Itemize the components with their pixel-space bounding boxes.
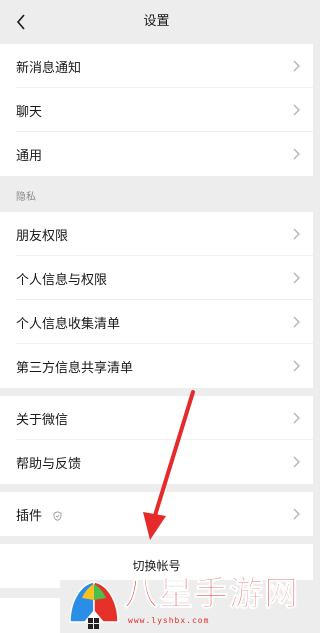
chevron-right-icon bbox=[291, 359, 301, 373]
settings-item-personal-info-permissions[interactable]: 个人信息与权限 bbox=[0, 256, 313, 300]
settings-item-notifications[interactable]: 新消息通知 bbox=[0, 44, 313, 88]
settings-item-label-wrap: 插件 bbox=[16, 505, 291, 524]
settings-item-label: 第三方信息共享清单 bbox=[16, 360, 134, 376]
settings-item-label: 帮助与反馈 bbox=[16, 456, 82, 472]
settings-item-label: 关于微信 bbox=[16, 412, 69, 428]
settings-group-plugins: 插件 bbox=[0, 492, 313, 536]
settings-item-friend-permissions[interactable]: 朋友权限 bbox=[0, 212, 313, 256]
logout-button-partial[interactable] bbox=[0, 580, 60, 588]
chevron-right-icon bbox=[291, 227, 301, 241]
settings-item-label: 新消息通知 bbox=[16, 60, 82, 76]
settings-group-about: 关于微信 帮助与反馈 bbox=[0, 396, 313, 484]
settings-item-plugins[interactable]: 插件 bbox=[0, 492, 313, 536]
divider bbox=[0, 388, 313, 396]
watermark-url: www.lyshbx.com bbox=[128, 616, 210, 625]
settings-item-help-feedback[interactable]: 帮助与反馈 bbox=[0, 440, 313, 484]
nav-bar: 设置 bbox=[0, 0, 313, 44]
section-header-privacy: 隐私 bbox=[0, 176, 313, 212]
settings-group-privacy: 朋友权限 个人信息与权限 个人信息收集清单 第三方信息共享清单 bbox=[0, 212, 313, 388]
watermark-text: 八星手游网 bbox=[124, 574, 299, 615]
settings-item-label: 朋友权限 bbox=[16, 228, 69, 244]
chevron-right-icon bbox=[291, 103, 301, 117]
chevron-right-icon bbox=[291, 59, 301, 73]
settings-item-label: 个人信息收集清单 bbox=[16, 316, 121, 332]
chevron-right-icon bbox=[291, 147, 301, 161]
bottom-row-partial bbox=[0, 598, 60, 633]
chevron-right-icon bbox=[291, 507, 301, 521]
chevron-right-icon bbox=[291, 411, 301, 425]
divider bbox=[0, 484, 313, 492]
settings-item-label: 通用 bbox=[16, 148, 43, 164]
divider bbox=[0, 536, 313, 544]
watermark: 八星手游网 www.lyshbx.com bbox=[64, 568, 313, 633]
chevron-right-icon bbox=[291, 315, 301, 329]
chevron-right-icon bbox=[291, 455, 301, 469]
shield-icon bbox=[52, 511, 62, 521]
settings-group-general: 新消息通知 聊天 通用 bbox=[0, 44, 313, 176]
page-title: 设置 bbox=[143, 14, 170, 29]
site-logo-icon bbox=[69, 581, 119, 629]
settings-item-chat[interactable]: 聊天 bbox=[0, 88, 313, 132]
settings-item-label: 聊天 bbox=[16, 104, 43, 120]
settings-item-general[interactable]: 通用 bbox=[0, 132, 313, 176]
settings-item-label: 个人信息与权限 bbox=[16, 272, 108, 288]
settings-item-label: 插件 bbox=[16, 508, 43, 524]
settings-item-third-party-sharing-list[interactable]: 第三方信息共享清单 bbox=[0, 344, 313, 388]
settings-item-info-collection-list[interactable]: 个人信息收集清单 bbox=[0, 300, 313, 344]
chevron-right-icon bbox=[291, 271, 301, 285]
settings-item-about-wechat[interactable]: 关于微信 bbox=[0, 396, 313, 440]
